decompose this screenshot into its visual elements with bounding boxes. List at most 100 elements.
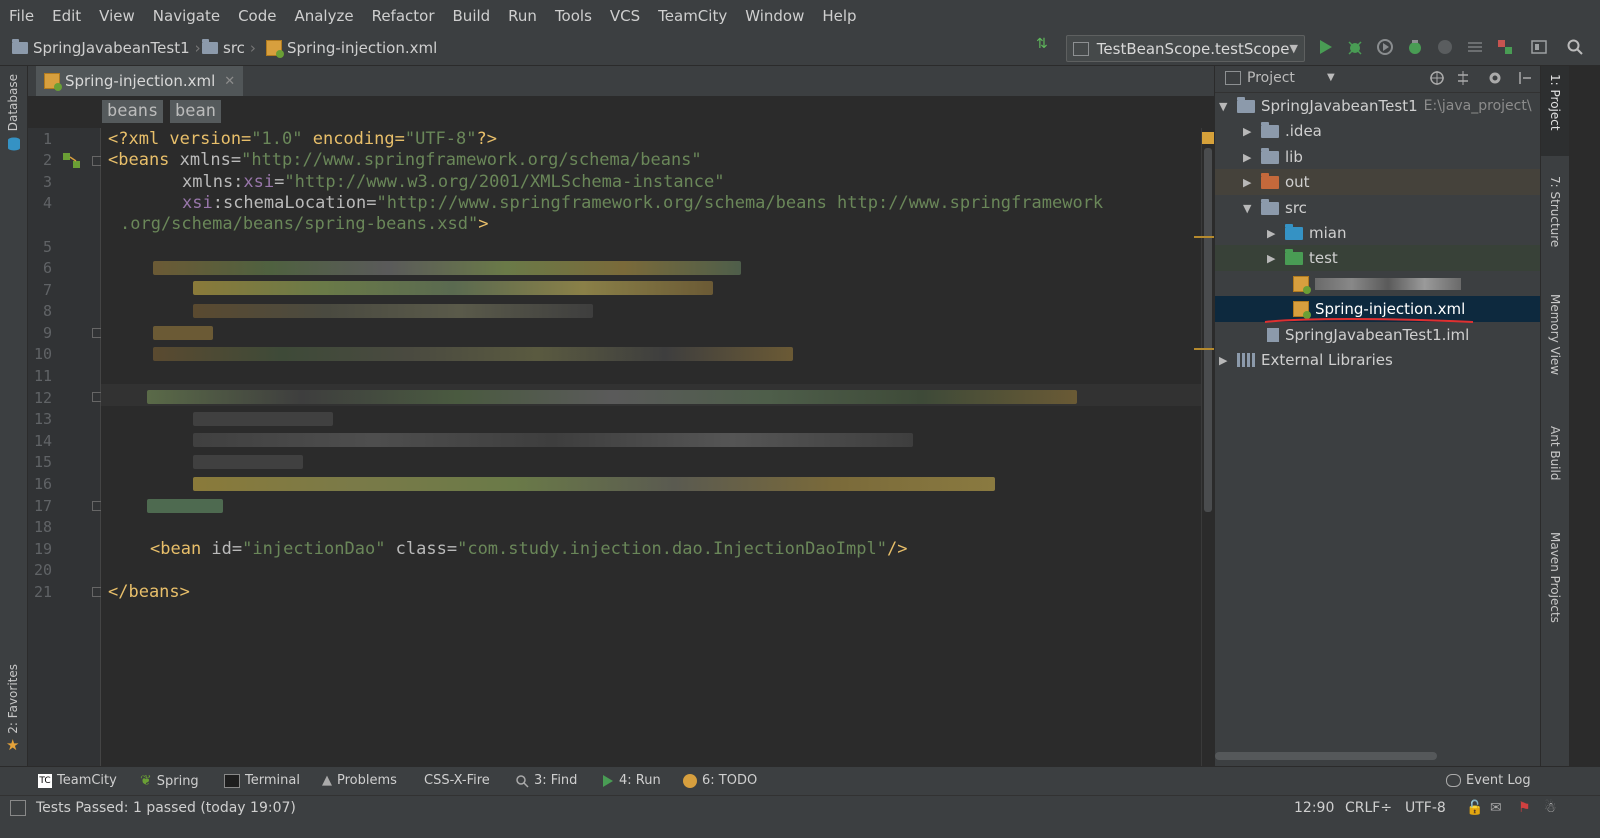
menu-help[interactable]: Help <box>813 7 865 25</box>
editor-scroll-thumb[interactable] <box>1204 148 1212 512</box>
event-log-tool-button[interactable]: Event Log <box>1446 773 1531 788</box>
hide-panel-icon[interactable] <box>1517 70 1533 86</box>
menu-view[interactable]: View <box>90 7 144 25</box>
collapse-arrow-icon[interactable]: ▶ <box>1219 354 1231 367</box>
menu-code[interactable]: Code <box>229 7 285 25</box>
vcs-status-icon[interactable]: ⚑ <box>1518 800 1531 816</box>
tree-node-redacted[interactable] <box>1293 272 1461 296</box>
tool-windows-toggle-icon[interactable] <box>10 800 26 816</box>
collapse-arrow-icon[interactable]: ▶ <box>1243 151 1255 164</box>
structure-tool-tab[interactable]: 7: Structure <box>1548 176 1562 247</box>
line-separator-selector[interactable]: CRLF÷ <box>1345 800 1392 816</box>
caret-position[interactable]: 12:90 <box>1294 800 1334 816</box>
warning-marker[interactable] <box>1194 236 1214 238</box>
tree-node-src[interactable]: ▼ src <box>1243 196 1307 220</box>
code-editor[interactable]: <?xml version="1.0" encoding="UTF-8"?> <… <box>101 128 1201 786</box>
locate-icon[interactable] <box>1429 70 1445 86</box>
project-tool-tab[interactable]: 1: Project <box>1548 74 1562 131</box>
tag-crumb-bean[interactable]: bean <box>170 100 221 123</box>
find-tool-button[interactable]: 3: Find <box>515 773 577 788</box>
profile-icon[interactable] <box>1406 38 1424 56</box>
collapse-arrow-icon[interactable]: ▶ <box>1267 252 1279 265</box>
expand-arrow-icon[interactable]: ▼ <box>1219 100 1231 113</box>
tree-row-highlight <box>1215 245 1541 271</box>
tree-node-lib[interactable]: ▶ lib <box>1243 145 1303 169</box>
spring-tool-button[interactable]: ❦ Spring <box>140 773 199 789</box>
project-structure-icon[interactable] <box>1530 38 1548 56</box>
redacted-code <box>193 477 995 491</box>
tree-node-project-root[interactable]: ▼ SpringJavabeanTest1 E:\java_project\ <box>1219 94 1532 118</box>
menu-tools[interactable]: Tools <box>546 7 601 25</box>
encoding-selector[interactable]: UTF-8 <box>1405 800 1446 816</box>
collapse-arrow-icon[interactable]: ▶ <box>1267 227 1279 240</box>
run-tool-button[interactable]: 4: Run <box>602 773 661 788</box>
tree-node-iml[interactable]: SpringJavabeanTest1.iml <box>1267 323 1469 347</box>
css-x-fire-tool-button[interactable]: CSS-X-Fire <box>424 773 490 788</box>
close-icon[interactable]: ✕ <box>224 74 235 89</box>
editor-tab-spring-injection[interactable]: Spring-injection.xml ✕ <box>36 66 244 96</box>
project-view-selector[interactable]: Project <box>1247 70 1295 86</box>
tree-node-mian[interactable]: ▶ mian <box>1267 221 1346 245</box>
menu-window[interactable]: Window <box>736 7 813 25</box>
collapse-arrow-icon[interactable]: ▶ <box>1243 125 1255 138</box>
xml-encoding: "UTF-8" <box>404 129 477 149</box>
tree-node-out[interactable]: ▶ out <box>1243 170 1310 194</box>
attach-icon[interactable] <box>1436 38 1454 56</box>
debug-icon[interactable] <box>1346 38 1364 56</box>
database-tool-tab[interactable]: Database <box>6 74 20 131</box>
status-message[interactable]: Tests Passed: 1 passed (today 19:07) <box>36 800 296 816</box>
run-configuration-select[interactable]: TestBeanScope.testScope ▼ <box>1066 35 1305 62</box>
menu-refactor[interactable]: Refactor <box>363 7 444 25</box>
vcs-update-icon[interactable] <box>1496 38 1514 56</box>
coverage-icon[interactable] <box>1376 38 1394 56</box>
rerun-icon[interactable]: ⇅ <box>1036 36 1054 54</box>
lock-icon[interactable]: 🔓 <box>1466 800 1483 816</box>
maven-projects-tool-tab[interactable]: Maven Projects <box>1548 532 1562 623</box>
chevron-down-icon[interactable]: ▼ <box>1327 72 1335 83</box>
editor-error-stripe[interactable] <box>1194 128 1215 786</box>
nav-crumb-file[interactable]: Spring-injection.xml <box>266 39 437 58</box>
tag-crumb-beans[interactable]: beans <box>102 100 164 123</box>
run-icon[interactable] <box>1316 38 1334 56</box>
teamcity-tool-button[interactable]: TC TeamCity <box>38 773 117 788</box>
tree-node-test[interactable]: ▶ test <box>1267 246 1338 270</box>
todo-tool-button[interactable]: 6: TODO <box>683 773 757 788</box>
menu-vcs[interactable]: VCS <box>601 7 649 25</box>
project-horizontal-scroll-thumb[interactable] <box>1215 752 1437 760</box>
spring-bean-gutter-icon[interactable] <box>62 152 82 170</box>
menu-teamcity[interactable]: TeamCity <box>649 7 736 25</box>
menu-navigate[interactable]: Navigate <box>144 7 229 25</box>
collapse-arrow-icon[interactable]: ▶ <box>1243 176 1255 189</box>
collapse-all-icon[interactable] <box>1455 70 1471 86</box>
menu-build[interactable]: Build <box>444 7 500 25</box>
code-line-3: xmlns:xsi="http://www.w3.org/2001/XMLSch… <box>182 172 725 192</box>
gear-icon[interactable] <box>1487 70 1503 86</box>
menu-file[interactable]: File <box>0 7 43 25</box>
stop-icon[interactable] <box>1466 38 1484 56</box>
memory-view-tool-tab[interactable]: Memory View <box>1548 294 1562 375</box>
terminal-tool-button[interactable]: Terminal <box>224 773 300 788</box>
ant-build-tool-tab[interactable]: Ant Build <box>1548 426 1562 480</box>
tag-close: > <box>478 214 489 234</box>
event-notification-icon[interactable]: ✉ <box>1490 800 1502 816</box>
project-folder-icon <box>1237 96 1255 113</box>
problems-tool-button[interactable]: ▲ Problems <box>322 773 397 788</box>
menu-edit[interactable]: Edit <box>43 7 90 25</box>
attr-value: "http://www.w3.org/2001/XMLSchema-instan… <box>284 172 725 192</box>
folder-icon <box>1261 198 1279 215</box>
nav-crumb-project[interactable]: SpringJavabeanTest1 › <box>12 39 201 57</box>
tree-node-external-libraries[interactable]: ▶ External Libraries <box>1219 348 1393 372</box>
expand-arrow-icon[interactable]: ▼ <box>1243 202 1255 215</box>
tree-node-idea[interactable]: ▶ .idea <box>1243 119 1322 143</box>
hector-inspection-icon[interactable]: ☃ <box>1544 800 1557 816</box>
line-number: 14 <box>33 432 52 450</box>
warning-marker[interactable] <box>1194 348 1214 350</box>
favorites-tool-tab[interactable]: 2: Favorites <box>6 664 20 734</box>
spring-leaf-icon: ❦ <box>140 773 152 789</box>
menu-analyze[interactable]: Analyze <box>285 7 362 25</box>
nav-crumb-src[interactable]: src › <box>202 39 256 57</box>
menu-run[interactable]: Run <box>499 7 546 25</box>
inspection-status-icon[interactable] <box>1202 132 1214 144</box>
todo-icon <box>683 773 697 788</box>
search-icon[interactable] <box>1566 38 1584 56</box>
